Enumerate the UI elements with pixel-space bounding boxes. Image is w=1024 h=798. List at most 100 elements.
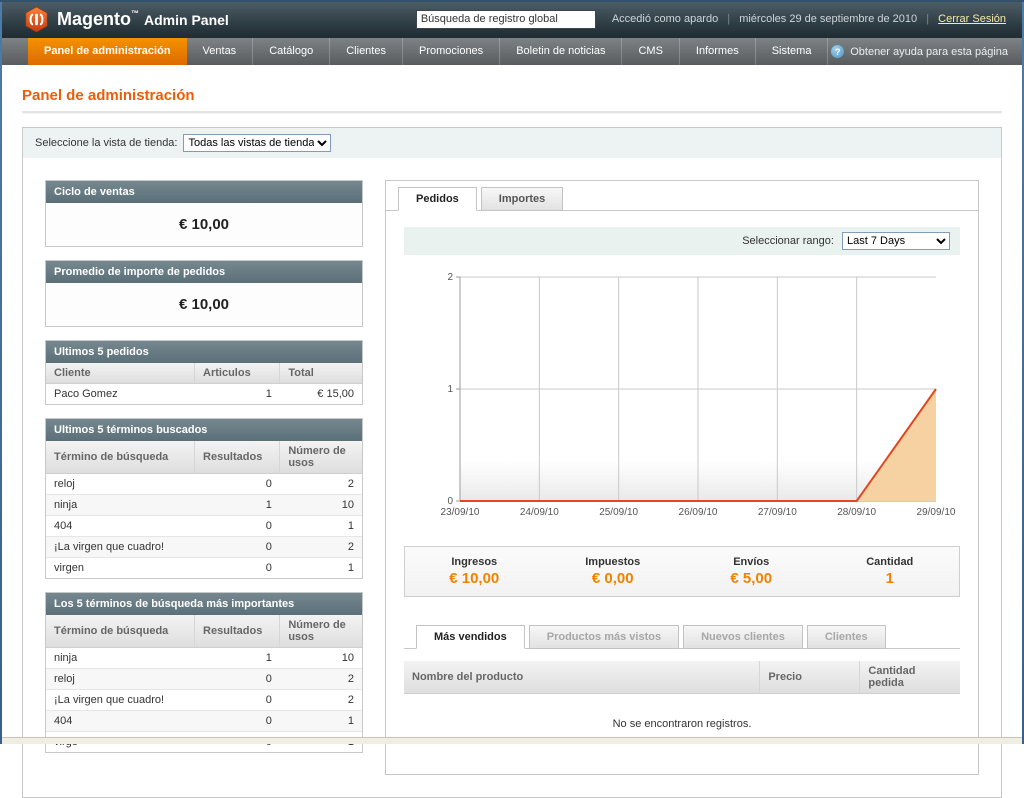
svg-text:29/09/10: 29/09/10 [917, 507, 956, 518]
global-search-input[interactable] [416, 10, 596, 29]
table-cell: 1 [280, 711, 362, 732]
orders-chart: 01223/09/1024/09/1025/09/1026/09/1027/09… [430, 271, 960, 528]
tab-productos-m-s-vistos[interactable]: Productos más vistos [529, 625, 679, 649]
table-cell: 1 [280, 516, 362, 537]
page-title: Panel de administración [22, 87, 1002, 104]
nav-item-informes[interactable]: Informes [680, 38, 756, 65]
nav-item-boletin-de-noticias[interactable]: Boletin de noticias [500, 38, 622, 65]
stat-impuestos: Impuestos€ 0,00 [544, 556, 683, 587]
last-search-terms-table: Término de búsquedaResultadosNúmero de u… [46, 441, 362, 578]
stat-env-os: Envíos€ 5,00 [682, 556, 821, 587]
box-title: Ultimos 5 pedidos [46, 341, 362, 363]
average-order-value: € 10,00 [46, 283, 362, 326]
tab-clientes[interactable]: Clientes [807, 625, 886, 649]
tab-pedidos[interactable]: Pedidos [398, 187, 477, 211]
logged-in-as: Accedió como apardo [612, 13, 718, 25]
nav-item-sistema[interactable]: Sistema [756, 38, 829, 65]
table-cell: 2 [280, 690, 362, 711]
table-cell: 0 [195, 516, 280, 537]
table-cell: ninja [46, 648, 195, 669]
stat-label: Impuestos [544, 556, 683, 568]
table-cell: 404 [46, 516, 195, 537]
separator: | [926, 13, 929, 25]
svg-text:0: 0 [447, 496, 453, 507]
table-cell: Paco Gomez [46, 384, 195, 405]
tab-nuevos-clientes[interactable]: Nuevos clientes [683, 625, 803, 649]
stat-ingresos: Ingresos € 10,00 [405, 556, 544, 587]
box-title: Promedio de importe de pedidos [46, 261, 362, 283]
table-cell: 1 [195, 384, 280, 405]
header-user-info: Accedió como apardo | miércoles 29 de se… [612, 13, 1006, 25]
table-row: ninja110 [46, 495, 362, 516]
stat-label: Cantidad [821, 556, 960, 568]
range-select[interactable]: Last 7 Days [842, 232, 950, 250]
app-subtitle: Admin Panel [144, 12, 229, 28]
current-date: miércoles 29 de septiembre de 2010 [739, 13, 917, 25]
dashboard-panel: Seleccione la vista de tienda: Todas las… [22, 127, 1002, 798]
column-header: Cliente [46, 363, 195, 384]
column-header: Término de búsqueda [46, 615, 195, 648]
table-cell: 1 [195, 648, 280, 669]
table-row: Paco Gomez1€ 15,00 [46, 384, 362, 405]
stat-value: € 5,00 [682, 570, 821, 587]
nav-item-ventas[interactable]: Ventas [187, 38, 254, 65]
table-row: ¡La virgen que cuadro!02 [46, 537, 362, 558]
nav-item-panel-de-administraci-n[interactable]: Panel de administración [28, 38, 187, 65]
nav-item-promociones[interactable]: Promociones [403, 38, 500, 65]
table-cell: 0 [195, 558, 280, 579]
table-cell: 10 [280, 495, 362, 516]
table-cell: 0 [195, 711, 280, 732]
table-row: 40401 [46, 711, 362, 732]
stat-value: € 10,00 [405, 570, 544, 587]
column-header: Número de usos [280, 615, 362, 648]
nav-item-cat-logo[interactable]: Catálogo [253, 38, 330, 65]
table-cell: 1 [280, 558, 362, 579]
table-cell: € 15,00 [280, 384, 362, 405]
svg-text:27/09/10: 27/09/10 [758, 507, 797, 518]
table-row: reloj02 [46, 474, 362, 495]
help-link[interactable]: ? Obtener ayuda para esta página [831, 38, 1024, 65]
store-view-label: Seleccione la vista de tienda: [35, 137, 177, 149]
range-label: Seleccionar rango: [742, 235, 834, 247]
store-view-select[interactable]: Todas las vistas de tienda [183, 134, 331, 152]
table-row: ¡La virgen que cuadro!02 [46, 690, 362, 711]
top-search-terms-table: Término de búsquedaResultadosNúmero de u… [46, 615, 362, 752]
svg-text:28/09/10: 28/09/10 [837, 507, 876, 518]
table-cell: reloj [46, 474, 195, 495]
separator: | [727, 13, 730, 25]
table-cell: virgen [46, 558, 195, 579]
table-row: virgen01 [46, 558, 362, 579]
nav-item-clientes[interactable]: Clientes [330, 38, 403, 65]
average-order-box: Promedio de importe de pedidos € 10,00 [45, 260, 363, 327]
page-content: Panel de administración Seleccione la vi… [0, 87, 1024, 798]
column-header: Resultados [195, 615, 280, 648]
magento-logo: Magento™Admin Panel [24, 6, 229, 33]
svg-text:26/09/10: 26/09/10 [679, 507, 718, 518]
table-cell: ¡La virgen que cuadro! [46, 690, 195, 711]
table-cell: ¡La virgen que cuadro! [46, 537, 195, 558]
stat-label: Ingresos [405, 556, 544, 568]
tab-importes[interactable]: Importes [481, 187, 563, 211]
tab-m-s-vendidos[interactable]: Más vendidos [416, 625, 525, 649]
store-view-bar: Seleccione la vista de tienda: Todas las… [23, 128, 1001, 158]
orders-chart-svg: 01223/09/1024/09/1025/09/1026/09/1027/09… [430, 271, 960, 523]
table-cell: 0 [195, 537, 280, 558]
title-divider [22, 111, 1002, 114]
box-title: Ultimos 5 términos buscados [46, 419, 362, 441]
stat-value: 1 [821, 570, 960, 587]
table-cell: 2 [280, 537, 362, 558]
data-table: ClienteArticulosTotalPaco Gomez1€ 15,00 [46, 363, 362, 404]
range-bar: Seleccionar rango: Last 7 Days [404, 227, 960, 255]
table-cell: ninja [46, 495, 195, 516]
help-label: Obtener ayuda para esta página [850, 46, 1008, 58]
table-cell: 2 [280, 669, 362, 690]
table-cell: 10 [280, 648, 362, 669]
table-cell: 0 [195, 669, 280, 690]
column-header: Número de usos [280, 441, 362, 474]
last-search-terms-box: Ultimos 5 términos buscados Término de b… [45, 418, 363, 579]
nav-item-cms[interactable]: CMS [622, 38, 679, 65]
trademark: ™ [131, 9, 139, 18]
data-table: Término de búsquedaResultadosNúmero de u… [46, 441, 362, 578]
logout-link[interactable]: Cerrar Sesión [938, 13, 1006, 25]
window-left-edge [0, 0, 2, 744]
